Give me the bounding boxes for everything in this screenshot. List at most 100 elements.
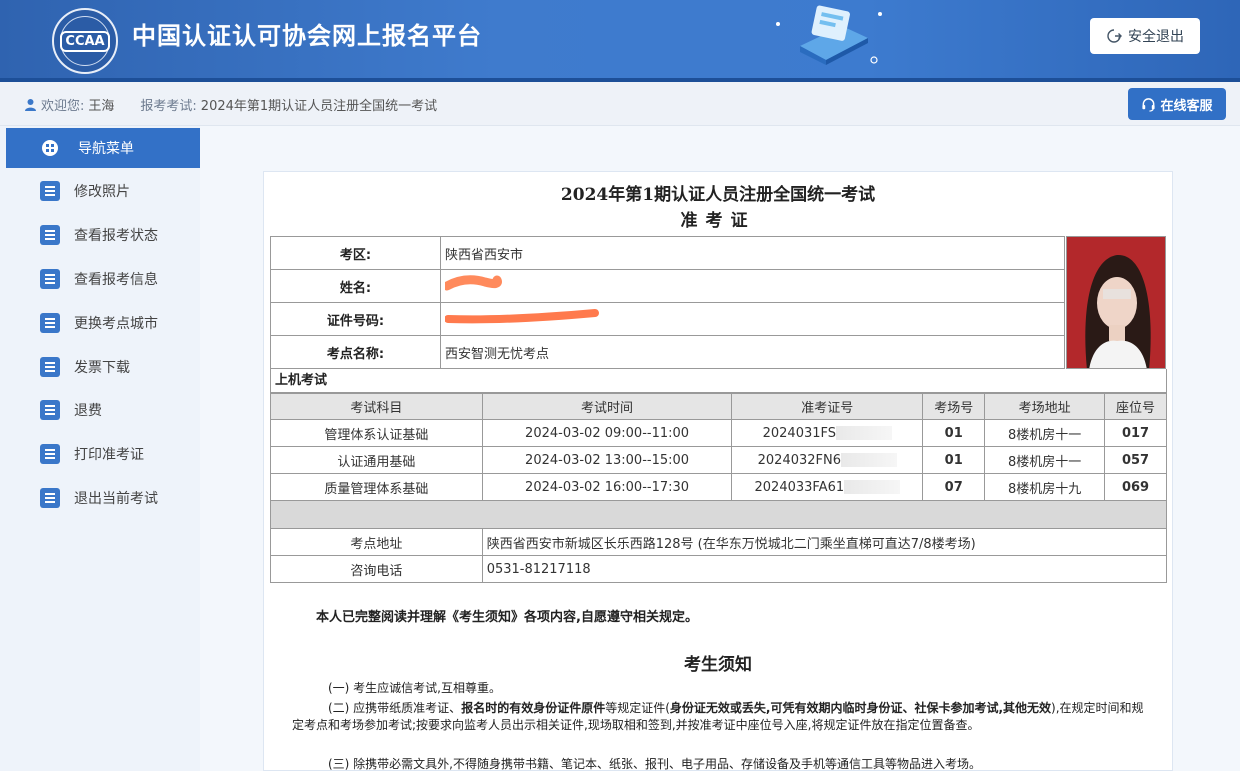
- table-row: 考点地址 陕西省西安市新城区长乐西路128号 (在华东万悦城北二门乘坐直梯可直达…: [270, 528, 1168, 556]
- ticket-title: 2024年第1期认证人员注册全国统一考试: [560, 185, 876, 205]
- seat-cell: 069: [1104, 473, 1167, 501]
- redaction-mark: [444, 309, 599, 324]
- exam-label: 报考考试:: [140, 99, 197, 114]
- info-value: 陕西省西安市: [440, 236, 1065, 270]
- header-bar: CCAA 中国认证认可协会网上报名平台 安全退出: [0, 0, 1240, 82]
- candidate-info-table: 考区: 陕西省西安市 姓名: 证件号码: 考点名称: 西安智测无忧考点: [270, 236, 1065, 369]
- blurred-region: [841, 453, 897, 467]
- rule-2-part: (二) 应携带纸质准考证、: [328, 701, 462, 715]
- welcome-text: 欢迎您: 王海 报考考试: 2024年第1期认证人员注册全国统一考试: [24, 95, 437, 114]
- ticket-no-cell: 2024033FA61: [731, 473, 924, 501]
- logo-text: CCAA: [60, 30, 110, 52]
- sidebar-item-edit-photo[interactable]: 修改照片: [40, 180, 130, 202]
- rule-1: (一) 考生应诚信考试,互相尊重。: [328, 681, 501, 695]
- welcome-label: 欢迎您:: [41, 99, 85, 114]
- table-row: 考区: 陕西省西安市: [270, 236, 1065, 270]
- admission-ticket: 2024年第1期认证人员注册全国统一考试 准考证 考区: 陕西省西安市 姓名: …: [263, 171, 1173, 771]
- logout-label: 安全退出: [1128, 29, 1184, 45]
- user-name: 王海: [88, 99, 115, 114]
- list-icon: [40, 269, 60, 289]
- table-row: 质量管理体系基础 2024-03-02 16:00--17:30 2024033…: [270, 473, 1167, 501]
- table-header-row: 考试科目 考试时间 准考证号 考场号 考场地址 座位号: [270, 393, 1167, 420]
- info-label: 考区:: [270, 236, 441, 270]
- seat-cell: 057: [1104, 446, 1167, 474]
- table-row: 认证通用基础 2024-03-02 13:00--15:00 2024032FN…: [270, 446, 1167, 474]
- headset-icon: [1142, 97, 1156, 112]
- address-cell: 8楼机房十一: [984, 419, 1106, 447]
- subject-cell: 认证通用基础: [270, 446, 483, 474]
- sidebar-item-print-ticket[interactable]: 打印准考证: [40, 443, 144, 465]
- column-header: 考场地址: [984, 393, 1106, 420]
- sidebar-item-change-city[interactable]: 更换考点城市: [40, 312, 158, 334]
- sidebar-item-label: 退费: [74, 403, 102, 419]
- column-header: 考试时间: [481, 393, 733, 420]
- rule-2: (二) 应携带纸质准考证、报名时的有效身份证件原件等规定证件(身份证无效或丢失,…: [292, 700, 1152, 734]
- spacer-cell: [270, 500, 1167, 529]
- blurred-region: [836, 426, 893, 440]
- subject-cell: 质量管理体系基础: [270, 473, 483, 501]
- site-address-value: 陕西省西安市新城区长乐西路128号 (在华东万悦城北二门乘坐直梯可直达7/8楼考…: [481, 528, 1168, 556]
- sidebar-item-label: 查看报考状态: [74, 228, 158, 244]
- logout-button[interactable]: 安全退出: [1090, 18, 1200, 54]
- sidebar-item-application-info[interactable]: 查看报考信息: [40, 268, 158, 290]
- sidebar-item-application-status[interactable]: 查看报考状态: [40, 224, 158, 246]
- rule-2-bold: 报名时的有效身份证件原件: [461, 701, 606, 715]
- exam-schedule-table: 考试科目 考试时间 准考证号 考场号 考场地址 座位号 管理体系认证基础 202…: [270, 393, 1168, 583]
- info-label: 证件号码:: [270, 302, 441, 336]
- list-icon: [40, 357, 60, 377]
- column-header: 考场号: [922, 393, 986, 420]
- notice-title: 考生须知: [684, 655, 752, 675]
- online-service-button[interactable]: 在线客服: [1128, 88, 1226, 120]
- site-address-label: 考点地址: [270, 528, 483, 556]
- sidebar-item-invoice-download[interactable]: 发票下载: [40, 356, 130, 378]
- section-label: 上机考试: [270, 369, 1167, 393]
- sidebar: 导航菜单 修改照片 查看报考状态 查看报考信息 更换考点城市 发票下载 退费 打…: [0, 126, 200, 771]
- info-label: 考点名称:: [270, 335, 441, 369]
- blurred-region: [844, 480, 901, 494]
- sidebar-item-label: 更换考点城市: [74, 316, 158, 332]
- ticket-subtitle: 准考证: [680, 211, 756, 231]
- room-cell: 01: [922, 446, 986, 474]
- info-value: 西安智测无忧考点: [440, 335, 1065, 369]
- time-cell: 2024-03-02 16:00--17:30: [481, 473, 733, 501]
- sidebar-item-refund[interactable]: 退费: [40, 399, 102, 421]
- spacer-row: [270, 500, 1167, 529]
- sidebar-item-label: 打印准考证: [74, 447, 144, 463]
- ticket-no: 2024031FS: [762, 425, 837, 441]
- ticket-no: 2024032FN6: [757, 452, 841, 468]
- sidebar-item-label: 修改照片: [74, 184, 130, 200]
- nav-menu-header[interactable]: 导航菜单: [6, 128, 200, 168]
- declaration-text: 本人已完整阅读并理解《考生须知》各项内容,自愿遵守相关规定。: [316, 610, 698, 625]
- list-icon: [40, 400, 60, 420]
- phone-label: 咨询电话: [270, 555, 483, 583]
- info-value-redacted: [440, 269, 1065, 303]
- sidebar-item-label: 发票下载: [74, 360, 130, 376]
- list-icon: [40, 444, 60, 464]
- subject-cell: 管理体系认证基础: [270, 419, 483, 447]
- laptop-illustration-icon: [776, 5, 882, 65]
- sidebar-item-label: 退出当前考试: [74, 491, 158, 507]
- table-row: 姓名:: [270, 269, 1065, 303]
- list-icon: [40, 181, 60, 201]
- column-header: 考试科目: [270, 393, 483, 420]
- address-cell: 8楼机房十九: [984, 473, 1106, 501]
- address-cell: 8楼机房十一: [984, 446, 1106, 474]
- room-cell: 07: [922, 473, 986, 501]
- column-header: 座位号: [1104, 393, 1167, 420]
- portrait-icon: [1067, 237, 1165, 368]
- list-icon: [40, 225, 60, 245]
- time-cell: 2024-03-02 09:00--11:00: [481, 419, 733, 447]
- phone-value: 0531-81217118: [481, 555, 1168, 583]
- rule-2-part: 等规定证件(: [605, 701, 670, 715]
- room-cell: 01: [922, 419, 986, 447]
- user-icon: [25, 99, 36, 111]
- site-title: 中国认证认可协会网上报名平台: [132, 22, 482, 50]
- column-header: 准考证号: [731, 393, 924, 420]
- sidebar-item-exit-exam[interactable]: 退出当前考试: [40, 487, 158, 509]
- rule-3: (三) 除携带必需文具外,不得随身携带书籍、笔记本、纸张、报刊、电子用品、存储设…: [328, 757, 981, 771]
- list-icon: [40, 488, 60, 508]
- ticket-no-cell: 2024031FS: [731, 419, 924, 447]
- exam-name: 2024年第1期认证人员注册全国统一考试: [200, 99, 438, 114]
- ticket-no: 2024033FA61: [754, 479, 845, 495]
- redaction-mark: [442, 275, 502, 291]
